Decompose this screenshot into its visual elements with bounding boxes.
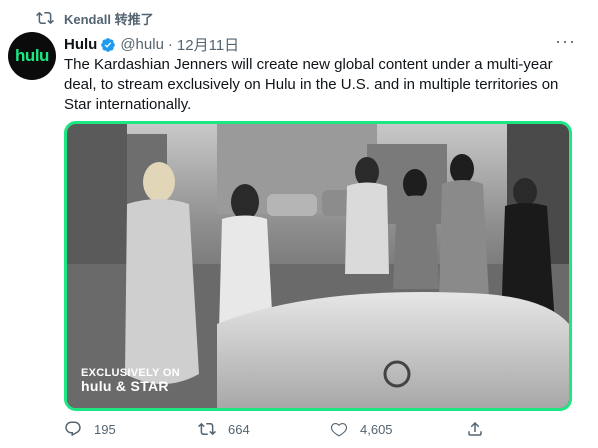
share-button[interactable] — [466, 420, 496, 438]
tweet-media-photo[interactable]: EXCLUSIVELY ON hulu & STAR — [64, 121, 572, 411]
exclusive-overlay: EXCLUSIVELY ON hulu & STAR — [81, 367, 180, 394]
share-icon — [468, 421, 482, 436]
tweet-actions: 195 664 4,605 — [64, 420, 584, 440]
retweet-icon — [36, 11, 54, 25]
author-handle[interactable]: @hulu — [120, 36, 164, 53]
like-button[interactable]: 4,605 — [330, 420, 393, 438]
retweet-icon — [198, 422, 216, 436]
retweet-button[interactable]: 664 — [198, 420, 250, 438]
verified-badge-icon — [101, 37, 116, 52]
overlay-line2: hulu & STAR — [81, 378, 169, 394]
like-count: 4,605 — [360, 421, 393, 437]
promo-photo — [67, 124, 569, 408]
more-options-icon[interactable]: ··· — [555, 32, 576, 50]
reply-icon — [65, 421, 81, 437]
tweet-text: The Kardashian Jenners will create new g… — [64, 56, 559, 113]
reply-button[interactable]: 195 — [64, 420, 116, 438]
reply-count: 195 — [94, 421, 116, 437]
tweet-date[interactable]: 12月11日 — [177, 34, 239, 55]
header-separator: · — [167, 36, 173, 53]
author-name[interactable]: Hulu — [64, 36, 97, 53]
retweet-indicator[interactable]: Kendall 转推了 — [36, 8, 154, 28]
retweet-label: Kendall 转推了 — [64, 11, 154, 27]
retweet-count: 664 — [228, 421, 250, 437]
heart-icon — [330, 423, 348, 437]
tweet-header: Hulu @hulu · 12月11日 — [64, 34, 239, 55]
hulu-logo: hulu — [15, 46, 49, 65]
avatar[interactable]: hulu — [8, 32, 56, 80]
